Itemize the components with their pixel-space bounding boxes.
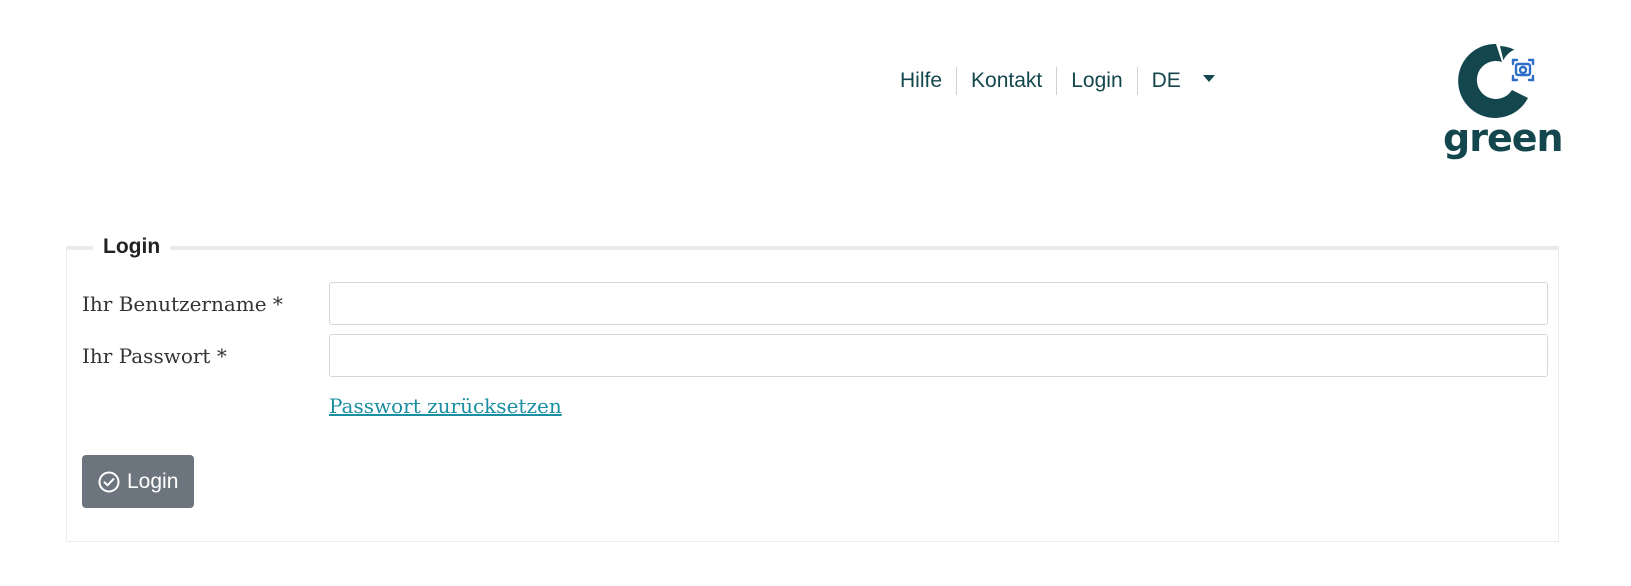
top-navigation: Hilfe Kontakt Login DE — [900, 64, 1215, 98]
username-input[interactable] — [329, 282, 1548, 325]
login-legend: Login — [93, 232, 171, 262]
logo-mark-icon — [1458, 43, 1545, 118]
caret-down-icon — [1202, 74, 1215, 82]
language-selector[interactable]: DE — [1138, 69, 1215, 93]
language-label: DE — [1151, 69, 1181, 92]
nav-link-contact[interactable]: Kontakt — [957, 64, 1056, 98]
password-input[interactable] — [329, 334, 1548, 377]
reset-password-link[interactable]: Passwort zurücksetzen — [329, 394, 562, 418]
login-button[interactable]: Login — [82, 455, 195, 508]
login-button-label: Login — [127, 469, 179, 493]
login-page: Hilfe Kontakt Login DE green Login Ihr B… — [0, 0, 1631, 586]
check-circle-icon — [98, 471, 120, 492]
password-label: Ihr Passwort * — [82, 344, 227, 368]
login-fieldset: Login Ihr Benutzername * Ihr Passwort * … — [66, 232, 1559, 542]
nav-link-login[interactable]: Login — [1057, 64, 1136, 98]
logo-wordmark: green — [1443, 116, 1564, 160]
nav-link-help[interactable]: Hilfe — [900, 64, 956, 98]
username-label: Ihr Benutzername * — [82, 292, 283, 316]
